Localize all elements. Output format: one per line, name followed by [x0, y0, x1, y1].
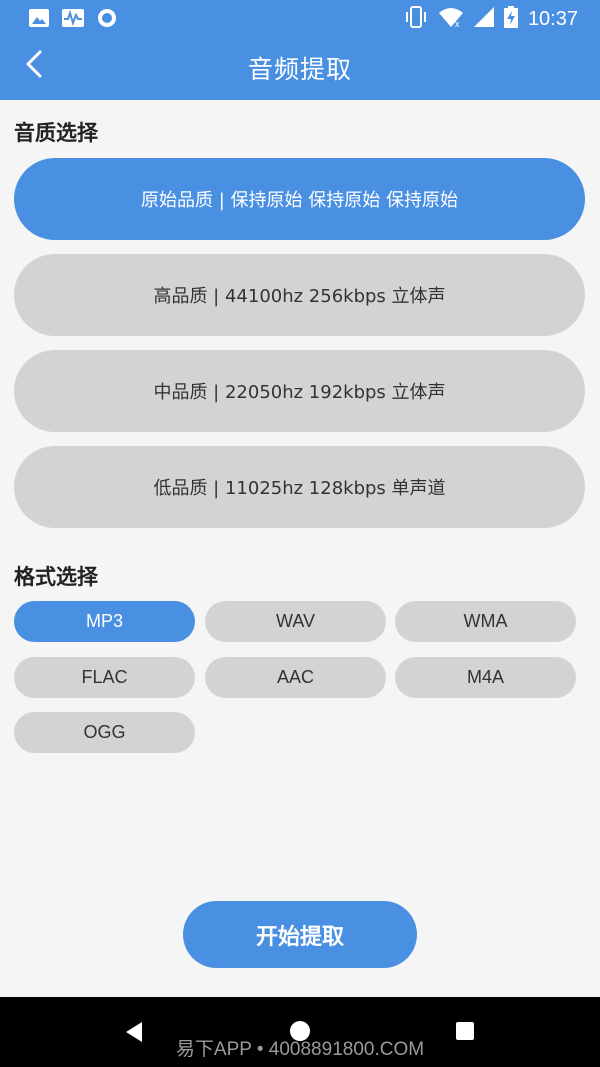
quality-section-title: 音质选择 — [14, 121, 98, 145]
watermark-text: 易下APP • 4008891800.COM — [175, 1039, 425, 1060]
format-section-title: 格式选择 — [14, 565, 98, 589]
quality-option-label: 高品质 | 44100hz 256kbps 立体声 — [153, 286, 446, 307]
pulse-icon — [62, 8, 84, 28]
page-title: 音频提取 — [247, 55, 352, 84]
vibrate-icon — [404, 6, 428, 32]
signal-icon — [473, 7, 494, 31]
format-option-wma[interactable]: WMA — [395, 601, 576, 642]
format-option-wav[interactable]: WAV — [205, 601, 386, 642]
format-option-mp3[interactable]: MP3 — [14, 601, 195, 642]
quality-option-label: 原始品质 | 保持原始 保持原始 保持原始 — [141, 190, 458, 211]
app-bar: 音频提取 — [0, 36, 600, 100]
quality-option-label: 低品质 | 11025hz 128kbps 单声道 — [153, 478, 446, 499]
header: x 10:37 音频提取 — [0, 0, 600, 100]
format-option-ogg[interactable]: OGG — [14, 712, 195, 753]
format-option-flac[interactable]: FLAC — [14, 657, 195, 698]
circle-icon — [96, 8, 118, 28]
quality-option-original[interactable]: 原始品质 | 保持原始 保持原始 保持原始 — [14, 158, 585, 240]
start-extract-button[interactable]: 开始提取 — [183, 901, 417, 968]
svg-text:x: x — [455, 19, 460, 28]
format-option-m4a[interactable]: M4A — [395, 657, 576, 698]
status-time: 10:37 — [527, 7, 578, 30]
format-option-aac[interactable]: AAC — [205, 657, 386, 698]
wifi-icon: x — [438, 6, 464, 32]
quality-option-low[interactable]: 低品质 | 11025hz 128kbps 单声道 — [14, 446, 585, 528]
status-bar: x 10:37 — [0, 0, 600, 36]
quality-option-high[interactable]: 高品质 | 44100hz 256kbps 立体声 — [14, 254, 585, 336]
image-icon — [28, 8, 50, 28]
quality-option-label: 中品质 | 22050hz 192kbps 立体声 — [153, 382, 446, 403]
quality-option-medium[interactable]: 中品质 | 22050hz 192kbps 立体声 — [14, 350, 585, 432]
battery-icon — [503, 6, 518, 32]
